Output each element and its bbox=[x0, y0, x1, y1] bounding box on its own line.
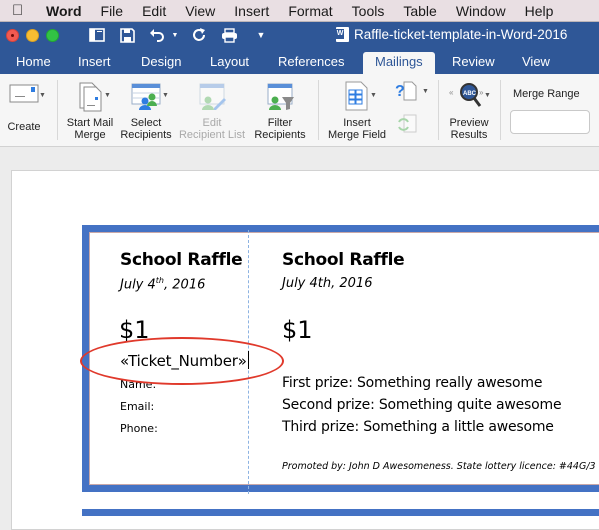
filter-recipients-label-2: Recipients bbox=[254, 129, 306, 141]
window-titlebar: ▼ ▼ Raffle-ticket-template-in-Word-2016 bbox=[0, 22, 599, 48]
preview-results-button[interactable]: «» ABC Preview Results bbox=[442, 82, 496, 141]
envelope-icon bbox=[9, 84, 39, 103]
merge-range-label: Merge Range bbox=[513, 88, 580, 100]
word-document-icon bbox=[336, 27, 349, 42]
start-mail-merge-label-2: Merge bbox=[74, 129, 106, 141]
prize-first: First prize: Something really awesome bbox=[282, 375, 543, 391]
prize-third: Third prize: Something a little awesome bbox=[282, 419, 554, 435]
edit-recipient-list-button[interactable]: Edit Recipient List bbox=[176, 80, 248, 141]
create-button[interactable]: Create bbox=[4, 82, 44, 133]
document-title-text: Raffle-ticket-template-in-Word-2016 bbox=[354, 27, 568, 42]
menu-format[interactable]: Format bbox=[288, 3, 332, 19]
select-recipients-icon bbox=[131, 83, 161, 110]
tab-home[interactable]: Home bbox=[16, 52, 51, 74]
stub-phone-field: Phone: bbox=[120, 422, 158, 435]
stub-date-day: July 4 bbox=[120, 277, 156, 293]
undo-dropdown-icon[interactable]: ▼ bbox=[166, 26, 184, 44]
tab-review[interactable]: Review bbox=[452, 52, 495, 74]
document-title: Raffle-ticket-template-in-Word-2016 bbox=[336, 27, 567, 42]
close-window-button[interactable] bbox=[6, 29, 19, 42]
minimize-window-button[interactable] bbox=[26, 29, 39, 42]
select-recipients-button[interactable]: Select Recipients bbox=[118, 80, 174, 141]
ticket-title: School Raffle bbox=[282, 250, 405, 270]
merge-field-icon bbox=[345, 81, 368, 111]
filter-recipients-icon bbox=[267, 83, 294, 110]
rules-button[interactable]: ? bbox=[394, 80, 418, 105]
highlight-ellipse-annotation bbox=[80, 337, 284, 385]
svg-text:ABC: ABC bbox=[463, 91, 477, 97]
start-mail-merge-button[interactable]: Start Mail Merge bbox=[62, 80, 118, 141]
select-recipients-label-2: Recipients bbox=[120, 129, 172, 141]
ticket-date: July 4th, 2016 bbox=[282, 276, 373, 291]
stub-email-field: Email: bbox=[120, 400, 155, 413]
create-label: Create bbox=[7, 121, 41, 133]
stub-title: School Raffle bbox=[120, 250, 243, 270]
stub-date-year: , 2016 bbox=[164, 277, 206, 293]
ribbon-separator bbox=[318, 80, 319, 140]
menu-file[interactable]: File bbox=[101, 3, 124, 19]
merge-range-input[interactable] bbox=[510, 110, 590, 134]
svg-text:?: ? bbox=[395, 83, 405, 100]
edit-recipient-list-label-1: Edit bbox=[202, 117, 222, 129]
insert-merge-field-button[interactable]: Insert Merge Field bbox=[322, 80, 392, 141]
edit-recipient-list-icon bbox=[199, 83, 226, 110]
print-icon[interactable] bbox=[220, 26, 238, 44]
promoted-by-text: Promoted by: John D Awesomeness. State l… bbox=[282, 461, 596, 472]
menu-edit[interactable]: Edit bbox=[142, 3, 166, 19]
edit-recipient-list-label-2: Recipient List bbox=[178, 129, 246, 141]
start-mail-merge-label-1: Start Mail bbox=[66, 117, 114, 129]
ribbon-separator bbox=[438, 80, 439, 140]
insert-merge-field-label-2: Merge Field bbox=[327, 129, 387, 141]
filter-recipients-button[interactable]: Filter Recipients bbox=[250, 80, 310, 141]
insert-merge-field-label-1: Insert bbox=[343, 117, 371, 129]
ribbon-separator bbox=[57, 80, 58, 140]
preview-results-label-1: Preview bbox=[449, 117, 489, 129]
ribbon-tabs: Home Insert Design Layout References Mai… bbox=[0, 48, 599, 74]
insert-merge-field-dropdown-icon[interactable]: ▼ bbox=[370, 92, 377, 99]
update-labels-icon bbox=[398, 114, 417, 133]
documents-icon bbox=[79, 82, 102, 112]
menu-app-name[interactable]: Word bbox=[46, 3, 82, 19]
filter-recipients-label-1: Filter bbox=[267, 117, 293, 129]
stub-date: July 4th, 2016 bbox=[120, 276, 205, 292]
tab-view[interactable]: View bbox=[522, 52, 550, 74]
start-mail-merge-dropdown-icon[interactable]: ▼ bbox=[104, 92, 111, 99]
tab-layout[interactable]: Layout bbox=[210, 52, 249, 74]
menu-table[interactable]: Table bbox=[403, 3, 436, 19]
tab-mailings[interactable]: Mailings bbox=[363, 52, 435, 74]
menu-window[interactable]: Window bbox=[456, 3, 506, 19]
preview-results-label-2: Results bbox=[450, 129, 488, 141]
zoom-window-button[interactable] bbox=[46, 29, 59, 42]
select-recipients-label-1: Select bbox=[130, 117, 162, 129]
ribbon-separator bbox=[500, 80, 501, 140]
ticket-price: $1 bbox=[282, 316, 313, 344]
sidebar-icon[interactable] bbox=[88, 26, 106, 44]
tab-design[interactable]: Design bbox=[141, 52, 181, 74]
undo-icon[interactable] bbox=[148, 26, 166, 44]
redo-icon[interactable] bbox=[190, 26, 208, 44]
stub-date-suffix: th bbox=[155, 276, 165, 285]
svg-text:«: « bbox=[449, 88, 454, 97]
raffle-ticket-next bbox=[82, 509, 599, 519]
rules-icon: ? bbox=[395, 81, 417, 101]
menu-view[interactable]: View bbox=[185, 3, 215, 19]
apple-logo-icon[interactable]:  bbox=[12, 2, 28, 19]
update-labels-button[interactable] bbox=[396, 114, 418, 137]
select-recipients-dropdown-icon[interactable]: ▼ bbox=[162, 92, 169, 99]
create-dropdown-icon[interactable]: ▼ bbox=[39, 92, 46, 99]
menu-tools[interactable]: Tools bbox=[352, 3, 385, 19]
macos-menubar:  Word File Edit View Insert Format Tool… bbox=[0, 0, 599, 22]
tab-references[interactable]: References bbox=[278, 52, 344, 74]
tab-insert[interactable]: Insert bbox=[78, 52, 111, 74]
save-icon[interactable] bbox=[118, 26, 136, 44]
customize-toolbar-icon[interactable]: ▼ bbox=[252, 26, 270, 44]
ribbon-mailings: Create ▼ Start Mail Merge ▼ Select Recip… bbox=[0, 74, 599, 147]
menu-insert[interactable]: Insert bbox=[234, 3, 269, 19]
preview-results-icon: «»ABC bbox=[449, 83, 484, 107]
preview-results-dropdown-icon[interactable]: ▼ bbox=[484, 92, 491, 99]
menu-help[interactable]: Help bbox=[525, 3, 554, 19]
prize-second: Second prize: Something quite awesome bbox=[282, 397, 562, 413]
rules-dropdown-icon[interactable]: ▼ bbox=[422, 88, 429, 95]
